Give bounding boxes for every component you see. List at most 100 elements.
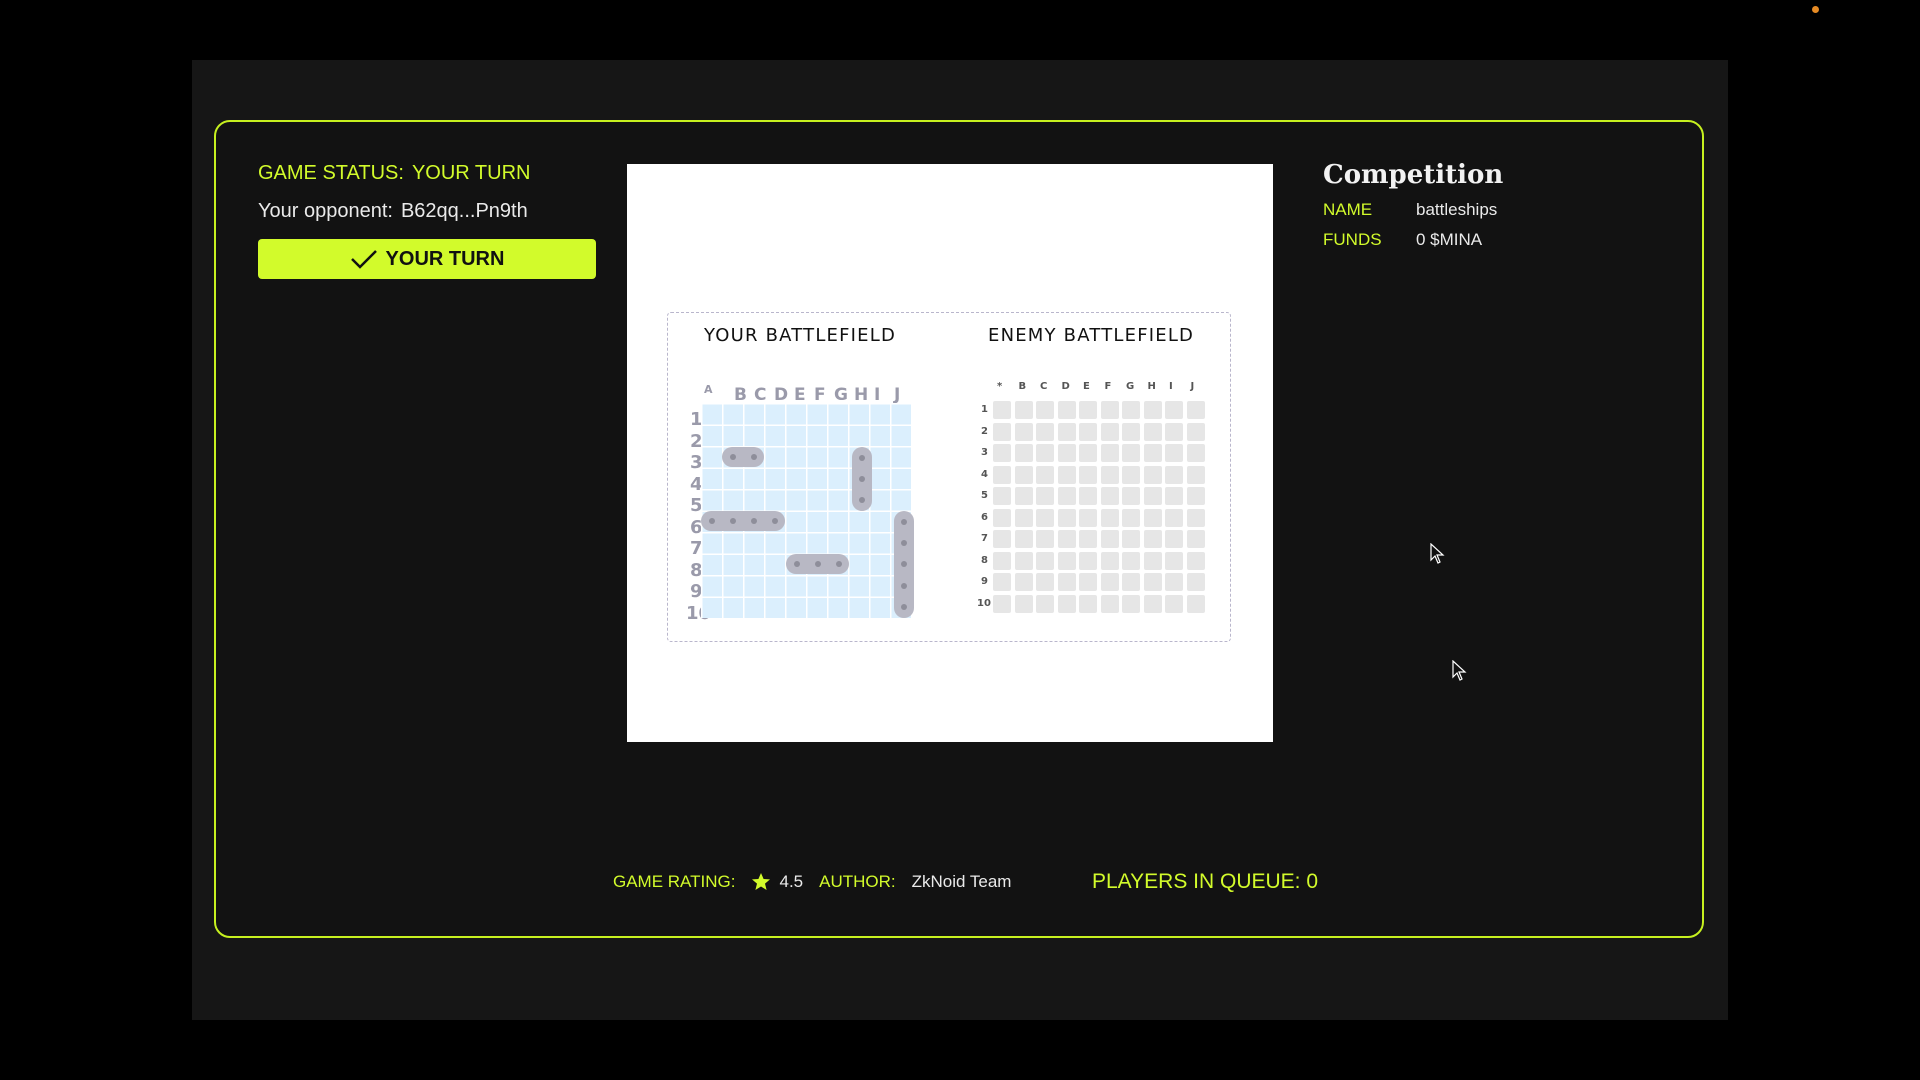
enemy-cell[interactable] [1143, 551, 1162, 570]
enemy-cell[interactable] [1100, 444, 1119, 462]
enemy-cell[interactable] [993, 573, 1011, 591]
enemy-cell[interactable] [1143, 401, 1162, 419]
enemy-cell[interactable] [1079, 487, 1097, 505]
enemy-cell[interactable] [1014, 444, 1033, 462]
enemy-cell[interactable] [1122, 573, 1140, 591]
enemy-cell[interactable] [993, 422, 1011, 441]
enemy-cell[interactable] [1143, 508, 1162, 527]
enemy-cell[interactable] [1079, 444, 1097, 462]
enemy-cell[interactable] [993, 487, 1011, 505]
enemy-cell[interactable] [1057, 594, 1076, 613]
enemy-cell[interactable] [1122, 594, 1140, 613]
enemy-cell[interactable] [993, 444, 1011, 462]
enemy-cell[interactable] [1014, 551, 1033, 570]
enemy-cell[interactable] [993, 594, 1011, 613]
enemy-cell[interactable] [1100, 465, 1119, 484]
enemy-cell[interactable] [1036, 508, 1054, 527]
enemy-cell[interactable] [1100, 401, 1119, 419]
enemy-cell[interactable] [1100, 551, 1119, 570]
enemy-cell[interactable] [1100, 573, 1119, 591]
enemy-cell[interactable] [1143, 487, 1162, 505]
enemy-cell[interactable] [1122, 487, 1140, 505]
enemy-cell[interactable] [1122, 444, 1140, 462]
enemy-cell[interactable] [1014, 594, 1033, 613]
enemy-cell[interactable] [1014, 422, 1033, 441]
enemy-cell[interactable] [1036, 551, 1054, 570]
enemy-cell[interactable] [1079, 551, 1097, 570]
enemy-cell[interactable] [1079, 401, 1097, 419]
enemy-cell[interactable] [1036, 594, 1054, 613]
enemy-cell[interactable] [1100, 530, 1119, 548]
enemy-cell[interactable] [1186, 401, 1205, 419]
enemy-cell[interactable] [1036, 573, 1054, 591]
enemy-cell[interactable] [1036, 444, 1054, 462]
enemy-cell[interactable] [1036, 530, 1054, 548]
enemy-cell[interactable] [1122, 530, 1140, 548]
enemy-cell[interactable] [1014, 401, 1033, 419]
enemy-cell[interactable] [1057, 508, 1076, 527]
enemy-cell[interactable] [1143, 573, 1162, 591]
enemy-cell[interactable] [993, 508, 1011, 527]
enemy-cell[interactable] [1143, 444, 1162, 462]
enemy-cell[interactable] [1165, 573, 1183, 591]
enemy-cell[interactable] [993, 530, 1011, 548]
enemy-cell[interactable] [1165, 594, 1183, 613]
enemy-cell[interactable] [1014, 530, 1033, 548]
your-turn-button[interactable]: YOUR TURN [258, 239, 596, 279]
enemy-cell[interactable] [1014, 508, 1033, 527]
enemy-cell[interactable] [1186, 444, 1205, 462]
enemy-cell[interactable] [1122, 465, 1140, 484]
enemy-cell[interactable] [1036, 401, 1054, 419]
enemy-cell[interactable] [1165, 487, 1183, 505]
enemy-cell[interactable] [1057, 573, 1076, 591]
enemy-cell[interactable] [1165, 465, 1183, 484]
enemy-cell[interactable] [1100, 422, 1119, 441]
enemy-cell[interactable] [1057, 530, 1076, 548]
enemy-cell[interactable] [1186, 594, 1205, 613]
enemy-cell[interactable] [1014, 465, 1033, 484]
enemy-cell[interactable] [1057, 401, 1076, 419]
enemy-cell[interactable] [1186, 465, 1205, 484]
enemy-cell[interactable] [1057, 551, 1076, 570]
enemy-cell[interactable] [1122, 508, 1140, 527]
enemy-cell[interactable] [1186, 530, 1205, 548]
enemy-cell[interactable] [1165, 508, 1183, 527]
enemy-cell[interactable] [1165, 530, 1183, 548]
enemy-cell[interactable] [1165, 444, 1183, 462]
enemy-cell[interactable] [1079, 465, 1097, 484]
enemy-cell[interactable] [1057, 422, 1076, 441]
enemy-cell[interactable] [1186, 573, 1205, 591]
enemy-cell[interactable] [1122, 401, 1140, 419]
enemy-cell[interactable] [1186, 551, 1205, 570]
enemy-cell[interactable] [1079, 594, 1097, 613]
enemy-cell[interactable] [1143, 594, 1162, 613]
enemy-cell[interactable] [1186, 508, 1205, 527]
enemy-cell[interactable] [1079, 422, 1097, 441]
enemy-cell[interactable] [1036, 487, 1054, 505]
enemy-cell[interactable] [1036, 465, 1054, 484]
enemy-cell[interactable] [1165, 401, 1183, 419]
enemy-cell[interactable] [993, 401, 1011, 419]
enemy-cell[interactable] [1143, 530, 1162, 548]
enemy-cell[interactable] [1057, 487, 1076, 505]
enemy-cell[interactable] [993, 465, 1011, 484]
enemy-cell[interactable] [1186, 487, 1205, 505]
enemy-cell[interactable] [1122, 551, 1140, 570]
enemy-cell[interactable] [1079, 530, 1097, 548]
enemy-cell[interactable] [993, 551, 1011, 570]
enemy-cell[interactable] [1057, 465, 1076, 484]
enemy-cell[interactable] [1143, 465, 1162, 484]
enemy-cell[interactable] [1165, 551, 1183, 570]
enemy-cell[interactable] [1057, 444, 1076, 462]
enemy-cell[interactable] [1036, 422, 1054, 441]
enemy-cell[interactable] [1079, 573, 1097, 591]
enemy-cell[interactable] [1014, 487, 1033, 505]
enemy-cell[interactable] [1100, 594, 1119, 613]
enemy-cell[interactable] [1165, 422, 1183, 441]
enemy-cell[interactable] [1100, 487, 1119, 505]
enemy-cell[interactable] [1100, 508, 1119, 527]
enemy-cell[interactable] [1186, 422, 1205, 441]
enemy-cell[interactable] [1143, 422, 1162, 441]
enemy-cell[interactable] [1079, 508, 1097, 527]
enemy-cell[interactable] [1122, 422, 1140, 441]
